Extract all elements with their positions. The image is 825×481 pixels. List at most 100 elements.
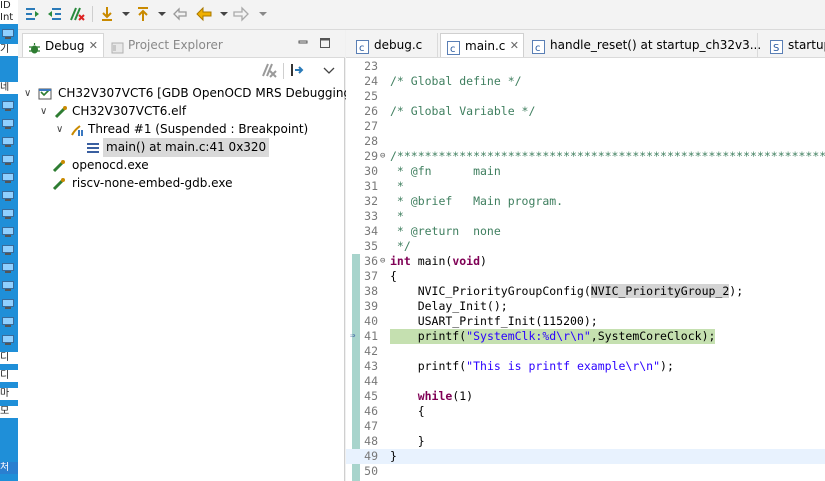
code-line[interactable]: 48 }: [346, 434, 825, 449]
code-line[interactable]: 28: [346, 134, 825, 149]
code-text: *: [390, 209, 404, 223]
tab-debug-c[interactable]: c debug.c: [350, 33, 438, 57]
desktop-shortcut-icon[interactable]: [1, 244, 15, 256]
code-line[interactable]: 47: [346, 419, 825, 434]
chevron-down-icon[interactable]: ∨: [40, 102, 50, 121]
chevron-down-icon[interactable]: [254, 5, 267, 23]
forward-arrow-icon[interactable]: [232, 5, 250, 23]
code-text: {: [390, 269, 397, 283]
launch-config-icon: [38, 87, 52, 101]
desktop-shortcut-icon[interactable]: [1, 298, 15, 310]
desktop-shortcut-icon[interactable]: [1, 280, 15, 292]
desktop-shortcut-icon[interactable]: [1, 190, 15, 202]
c-file-icon: c: [532, 38, 545, 54]
desktop-shortcut-icon[interactable]: [1, 28, 15, 40]
desktop-shortcut-icon[interactable]: [1, 226, 15, 238]
tab-debug[interactable]: Debug ✕: [22, 33, 104, 57]
minimize-icon[interactable]: [296, 36, 310, 50]
close-icon[interactable]: ✕: [510, 34, 519, 57]
next-annotation-icon[interactable]: [98, 5, 116, 23]
desktop-label: 디: [0, 352, 18, 364]
line-number: 45: [364, 389, 378, 403]
tab-project-explorer[interactable]: Project Explorer: [106, 33, 223, 57]
tab-main-c[interactable]: c main.c ✕: [440, 33, 524, 57]
desktop-shortcut-icon[interactable]: [1, 334, 15, 346]
desktop-shortcut-icon[interactable]: [1, 262, 15, 274]
asm-file-icon: S: [770, 38, 783, 54]
svg-text:S: S: [773, 43, 779, 54]
fold-toggle-icon[interactable]: ⊖: [380, 254, 385, 269]
code-line[interactable]: 46 {: [346, 404, 825, 419]
desktop-shortcut-icon[interactable]: [1, 100, 15, 112]
code-line[interactable]: 26 /* Global Variable */: [346, 104, 825, 119]
code-line[interactable]: 41 ⇒ printf("SystemClk:%d\r\n",SystemCore…: [346, 329, 825, 344]
line-number: 39: [364, 299, 378, 313]
code-line[interactable]: 33 *: [346, 209, 825, 224]
code-line[interactable]: 30 * @fn main: [346, 164, 825, 179]
desktop-shortcut-icon[interactable]: [1, 316, 15, 328]
desktop-shortcut-icon[interactable]: [1, 136, 15, 148]
code-line[interactable]: 43 printf("This is printf example\r\n");: [346, 359, 825, 374]
code-line[interactable]: 34 * @return none: [346, 224, 825, 239]
tree-label: CH32V307VCT6 [GDB OpenOCD MRS Debugging]: [58, 86, 356, 100]
chevron-down-icon[interactable]: ∨: [24, 84, 34, 103]
desktop-label: ID: [0, 0, 18, 12]
svg-text:c: c: [535, 43, 541, 54]
code-text: NVIC_PriorityGroupConfig(NVIC_PriorityGr…: [390, 284, 744, 298]
code-line[interactable]: 37 {: [346, 269, 825, 284]
maximize-icon[interactable]: [318, 36, 332, 50]
back-arrow-icon[interactable]: [195, 5, 213, 23]
tab-handle-reset[interactable]: c handle_reset() at startup_ch32v3...: [526, 33, 761, 57]
line-number: 40: [364, 314, 378, 328]
code-area[interactable]: 23 24 /* Global define */ 25 26 /* Global Var…: [346, 58, 825, 481]
code-line[interactable]: 39 Delay_Init();: [346, 299, 825, 314]
close-icon[interactable]: ✕: [89, 34, 98, 58]
desktop-shortcut-icon[interactable]: [1, 118, 15, 130]
instruction-pointer-icon: ⇒: [350, 331, 356, 341]
code-line[interactable]: 38 NVIC_PriorityGroupConfig(NVIC_Priorit…: [346, 284, 825, 299]
code-line[interactable]: 29 ⊖ /************************************…: [346, 149, 825, 164]
chevron-down-icon[interactable]: [153, 5, 166, 23]
code-line[interactable]: 32 * @brief Main program.: [346, 194, 825, 209]
code-text: * @return none: [390, 224, 501, 238]
fold-toggle-icon[interactable]: ⊖: [380, 149, 385, 164]
line-number: 36: [364, 254, 378, 268]
view-menu-icon[interactable]: [320, 61, 335, 79]
chevron-down-icon[interactable]: [117, 5, 130, 23]
code-line[interactable]: 23: [346, 59, 825, 74]
desktop-shortcut-icon[interactable]: [1, 208, 15, 220]
code-line[interactable]: 42: [346, 344, 825, 359]
remove-terminated-icon[interactable]: [68, 5, 86, 23]
code-line[interactable]: 24 /* Global define */: [346, 74, 825, 89]
process-icon: [52, 159, 66, 173]
code-line[interactable]: 36 ⊖ int main(void): [346, 254, 825, 269]
previous-annotation-icon[interactable]: [134, 5, 152, 23]
code-line[interactable]: 44: [346, 374, 825, 389]
desktop-label: 디: [0, 370, 18, 382]
last-edit-location-icon[interactable]: [171, 5, 189, 23]
tab-label: debug.c: [374, 38, 423, 52]
code-text: {: [390, 404, 425, 418]
step-filters-icon[interactable]: [289, 61, 307, 79]
toolbar-separator: [92, 6, 93, 22]
desktop-shortcut-icon[interactable]: [1, 154, 15, 166]
bug-icon: [28, 39, 41, 54]
code-line[interactable]: 31 *: [346, 179, 825, 194]
code-line[interactable]: 50: [346, 464, 825, 479]
tab-startup[interactable]: S startup: [764, 33, 825, 57]
code-line[interactable]: 49}: [346, 449, 825, 464]
desktop-shortcut-icon[interactable]: [1, 172, 15, 184]
code-line[interactable]: 25: [346, 89, 825, 104]
code-line[interactable]: 27: [346, 119, 825, 134]
stack-frame-icon: [86, 141, 100, 155]
step-into-icon[interactable]: [24, 5, 42, 23]
step-over-icon[interactable]: [45, 5, 63, 23]
chevron-down-icon[interactable]: [215, 5, 228, 23]
line-number: 34: [364, 224, 378, 238]
remove-all-terminated-icon[interactable]: [260, 61, 278, 79]
code-line[interactable]: 35 */: [346, 239, 825, 254]
chevron-down-icon[interactable]: ∨: [56, 120, 66, 139]
code-line[interactable]: 40 USART_Printf_Init(115200);: [346, 314, 825, 329]
debug-view-toolbar: [18, 58, 345, 82]
code-line[interactable]: 45 while(1): [346, 389, 825, 404]
